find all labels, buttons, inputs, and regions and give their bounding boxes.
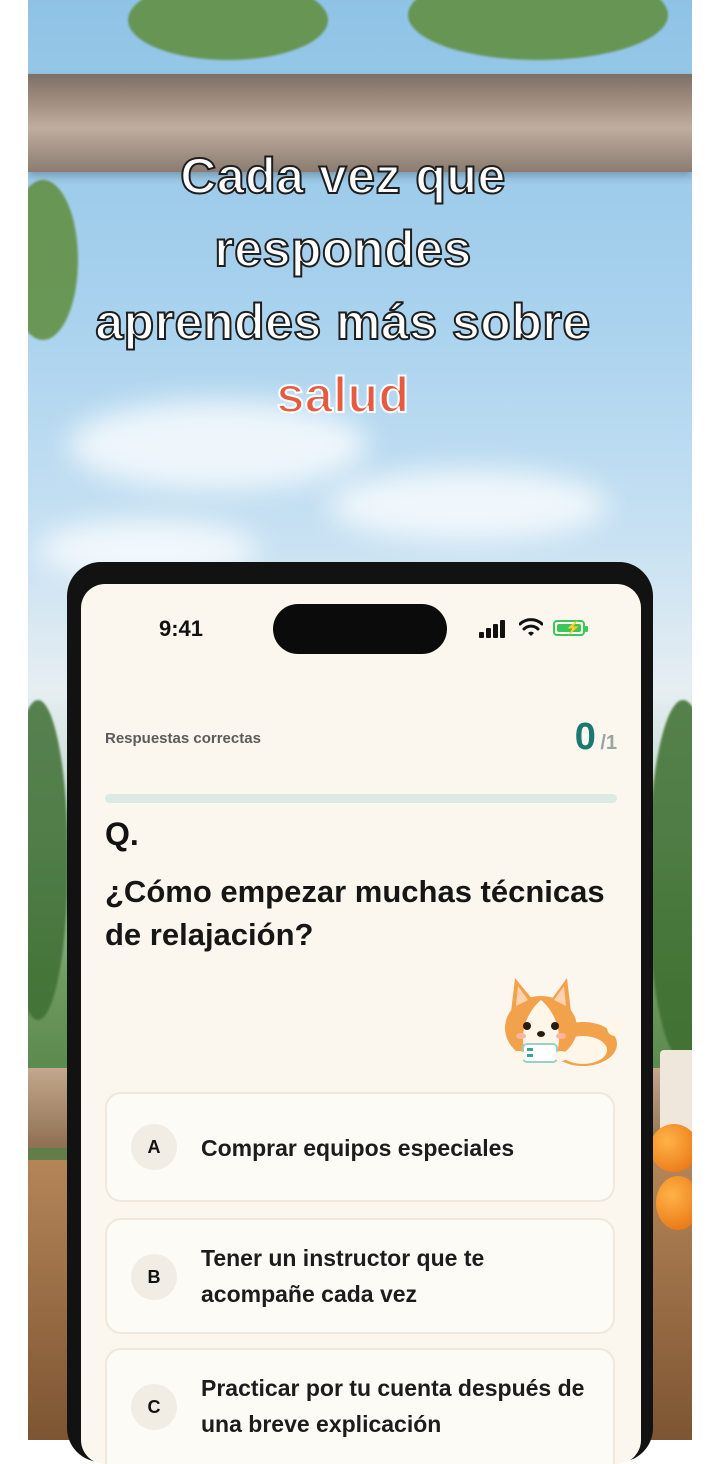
signal-icon — [479, 620, 507, 638]
foliage — [128, 0, 328, 60]
dynamic-island — [273, 604, 447, 654]
option-letter: C — [131, 1384, 177, 1430]
score-counter: 0 /1 — [575, 716, 617, 759]
foliage — [408, 0, 668, 60]
progress-bar — [105, 794, 617, 803]
option-text: Comprar equipos especiales — [201, 1135, 515, 1161]
phone-screen: 9:41 ⚡ Respuestas correctas 0 /1 Q. ¿Cóm… — [81, 584, 641, 1464]
score-label: Respuestas correctas — [105, 730, 261, 747]
answer-option-a[interactable]: A Comprar equipos especiales — [105, 1092, 615, 1202]
corgi-mascot — [505, 978, 621, 1066]
score-correct: 0 — [574, 716, 596, 758]
option-text: Tener un instructor que te acompañe cada… — [201, 1245, 485, 1307]
status-time: 9:41 — [159, 616, 204, 641]
headline-accent-word: salud — [275, 366, 410, 424]
question-marker: Q. — [105, 816, 139, 852]
score-total: /1 — [600, 732, 617, 754]
battery-charging-icon: ⚡ — [553, 620, 588, 636]
option-letter: A — [131, 1124, 177, 1170]
foliage — [28, 700, 68, 1020]
option-text: Practicar por tu cuenta después de una b… — [201, 1375, 585, 1437]
answer-option-c[interactable]: C Practicar por tu cuenta después de una… — [105, 1348, 615, 1464]
answer-option-b[interactable]: B Tener un instructor que te acompañe ca… — [105, 1218, 615, 1334]
orange-fruit — [656, 1176, 692, 1230]
headline-line-1: Cada vez que — [179, 147, 506, 205]
foliage — [648, 700, 692, 1060]
question-text: ¿Cómo empezar muchas técnicas de relajac… — [105, 874, 605, 952]
orange-fruit — [650, 1124, 692, 1172]
option-letter: B — [131, 1254, 177, 1300]
headline: Cada vez que respondes aprendes más sobr… — [28, 140, 658, 432]
cloud — [328, 470, 608, 540]
status-icons: ⚡ — [479, 618, 595, 638]
headline-line-3: aprendes más sobre — [94, 293, 591, 351]
wifi-icon — [519, 618, 543, 636]
headline-line-2: respondes — [213, 220, 472, 278]
